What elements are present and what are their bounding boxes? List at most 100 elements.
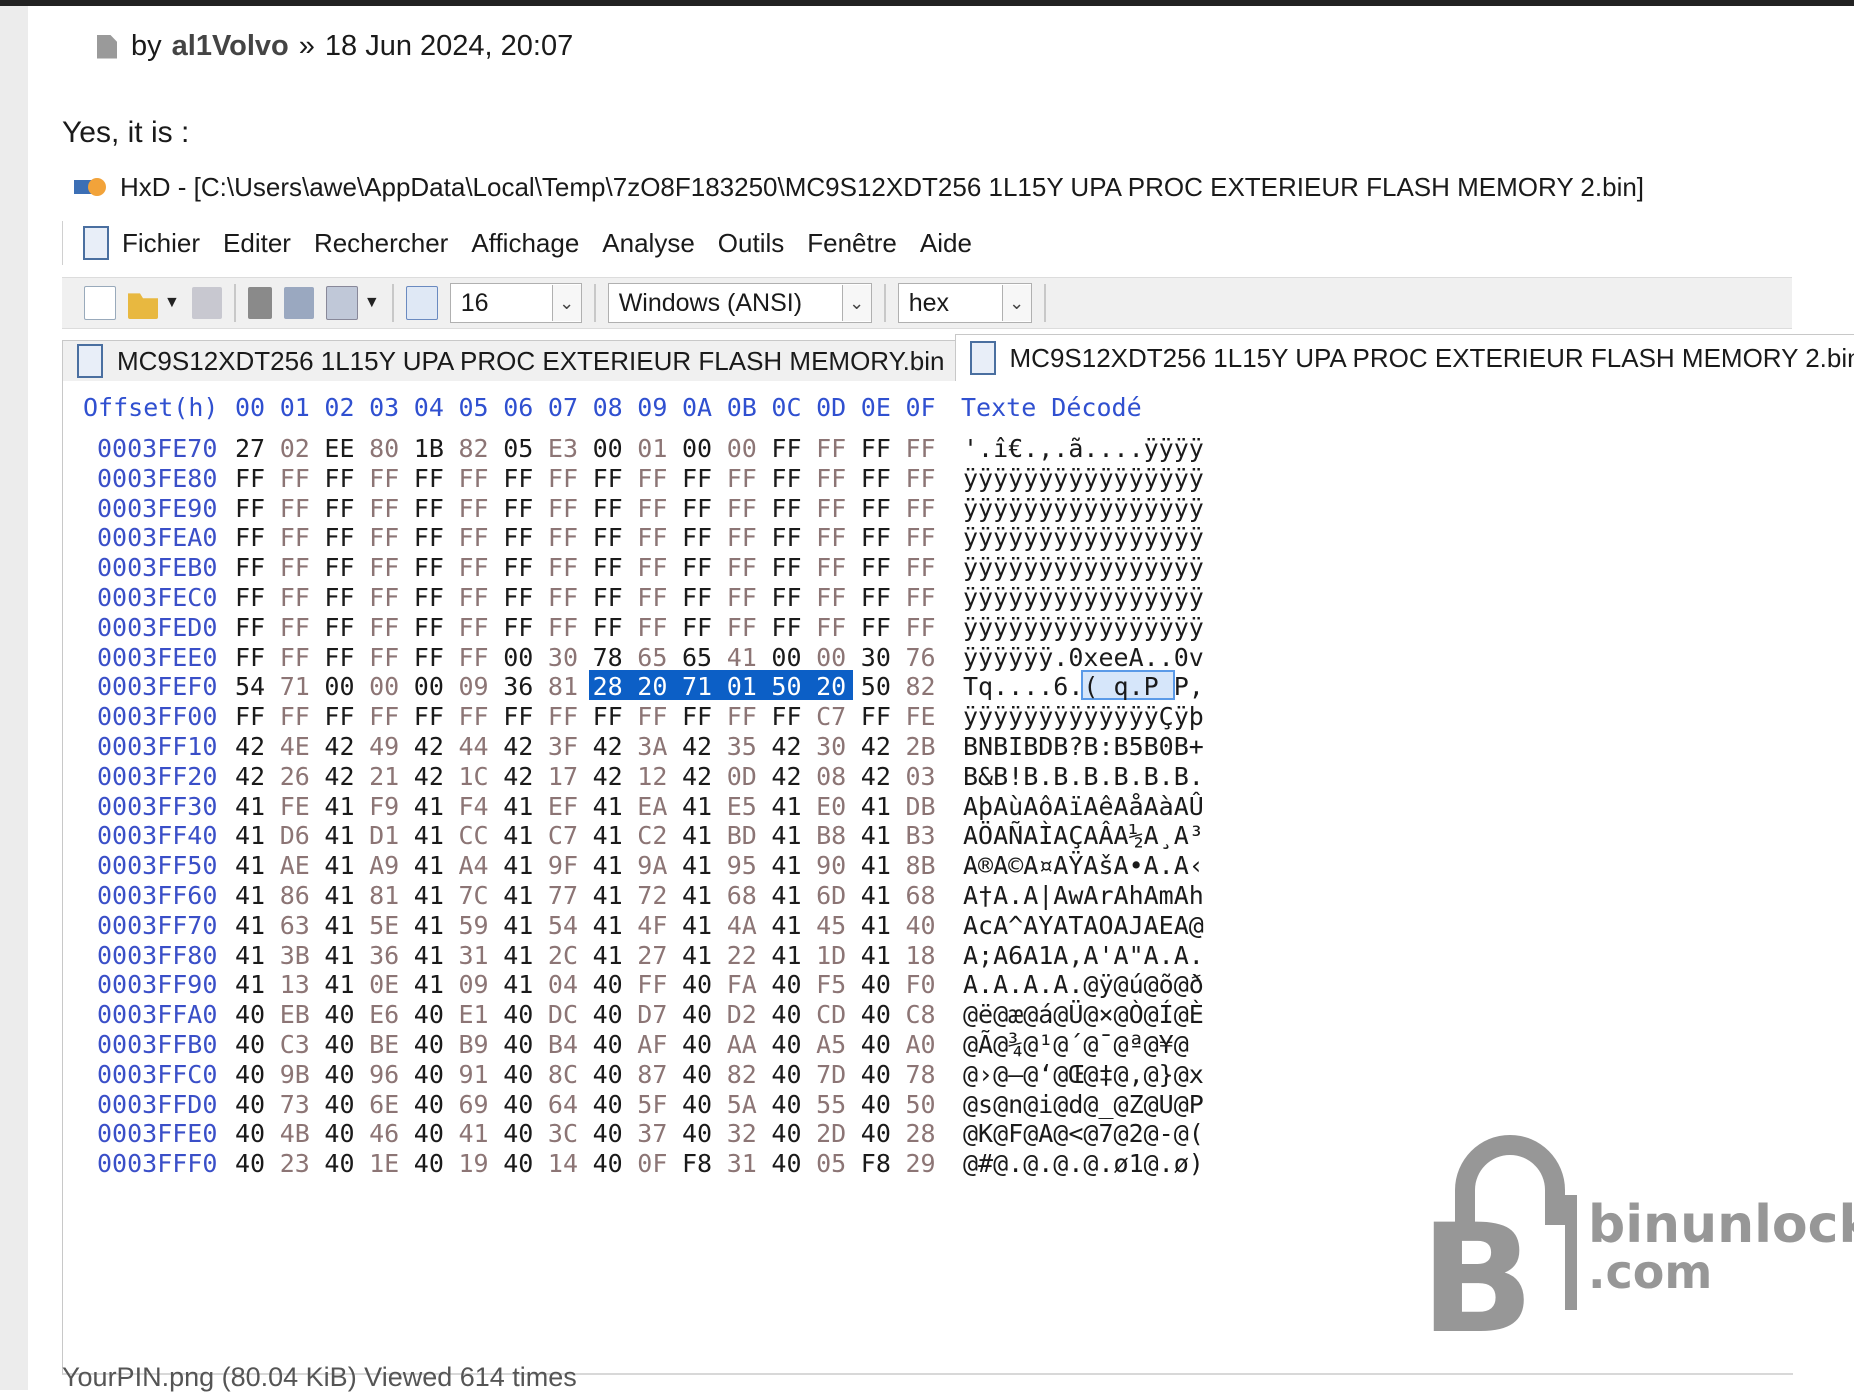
hex-byte[interactable]: FF — [727, 523, 757, 552]
hex-byte[interactable]: 0F — [637, 1149, 667, 1178]
hex-byte[interactable]: 5A — [727, 1090, 757, 1119]
hex-byte[interactable]: 41 — [593, 941, 623, 970]
hex-byte[interactable]: 13 — [280, 970, 310, 999]
hex-byte[interactable]: 00 — [593, 434, 623, 463]
decoded-text[interactable]: ÿÿÿÿÿÿÿÿÿÿÿÿÿÿÿÿ — [963, 553, 1204, 582]
hex-byte[interactable]: FF — [235, 464, 265, 493]
hex-byte[interactable]: 41 — [861, 941, 891, 970]
hex-byte[interactable]: 40 — [503, 1119, 533, 1148]
hex-byte[interactable]: FF — [816, 583, 846, 612]
hex-byte[interactable]: 41 — [414, 821, 444, 850]
hex-byte[interactable]: 42 — [324, 762, 354, 791]
hex-byte[interactable]: 40 — [503, 1060, 533, 1089]
menu-aide[interactable]: Aide — [920, 228, 972, 259]
hex-byte[interactable]: 78 — [906, 1060, 936, 1089]
hex-byte[interactable]: 40 — [324, 1119, 354, 1148]
hex-byte[interactable]: 04 — [548, 970, 578, 999]
hex-byte[interactable]: FF — [459, 494, 489, 523]
document-menu-icon[interactable] — [83, 226, 109, 260]
hex-byte[interactable]: FF — [548, 583, 578, 612]
hex-byte[interactable]: 41 — [727, 643, 757, 672]
decoded-text[interactable]: '.î€.‚.ã....ÿÿÿÿ — [963, 434, 1204, 463]
hex-byte[interactable]: 41 — [593, 851, 623, 880]
hex-byte[interactable]: FF — [280, 583, 310, 612]
decoded-text[interactable]: @›@–@‘@Œ@‡@‚@}@x — [963, 1060, 1204, 1089]
hex-byte[interactable]: 91 — [459, 1060, 489, 1089]
hex-byte[interactable]: 46 — [369, 1119, 399, 1148]
hex-byte[interactable]: FF — [324, 553, 354, 582]
hex-byte[interactable]: FF — [637, 523, 667, 552]
hex-byte[interactable]: FF — [369, 523, 399, 552]
hex-byte[interactable]: FF — [771, 553, 801, 582]
hex-byte[interactable]: 81 — [548, 672, 578, 701]
hex-byte[interactable]: EF — [548, 792, 578, 821]
hex-byte[interactable]: 41 — [771, 792, 801, 821]
hex-byte[interactable]: E1 — [459, 1000, 489, 1029]
hex-byte[interactable]: 41 — [682, 792, 712, 821]
hex-byte[interactable]: FF — [503, 553, 533, 582]
hex-byte[interactable]: C3 — [280, 1030, 310, 1059]
hex-byte[interactable]: 41 — [503, 941, 533, 970]
decoded-text[interactable]: BNBIBDB?B:B5B0B+ — [963, 732, 1204, 761]
hex-byte[interactable]: 5E — [369, 911, 399, 940]
hex-byte[interactable]: 42 — [682, 762, 712, 791]
hex-byte[interactable]: 9A — [637, 851, 667, 880]
hex-byte[interactable]: FF — [593, 464, 623, 493]
hex-byte[interactable]: FF — [637, 613, 667, 642]
decoded-text[interactable]: A†A.A|AwArAhAmAh — [963, 881, 1204, 910]
hex-byte[interactable]: 3F — [548, 732, 578, 761]
hex-byte[interactable]: 00 — [682, 434, 712, 463]
hex-byte[interactable]: FF — [682, 583, 712, 612]
hex-byte[interactable]: FF — [771, 434, 801, 463]
hex-byte[interactable]: 9F — [548, 851, 578, 880]
hex-byte[interactable]: 45 — [816, 911, 846, 940]
hex-byte[interactable]: FA — [727, 970, 757, 999]
hex-byte[interactable]: 5F — [637, 1090, 667, 1119]
hex-byte[interactable]: FF — [861, 464, 891, 493]
hex-byte[interactable]: FF — [816, 523, 846, 552]
hex-byte[interactable]: 6E — [369, 1090, 399, 1119]
hex-byte[interactable]: 41 — [503, 821, 533, 850]
hex-byte[interactable]: FF — [771, 702, 801, 731]
hex-byte[interactable]: FF — [280, 523, 310, 552]
hex-byte[interactable]: FF — [548, 702, 578, 731]
hex-byte[interactable]: FF — [280, 613, 310, 642]
hex-byte[interactable]: FF — [459, 553, 489, 582]
hex-byte[interactable]: FF — [414, 702, 444, 731]
hex-byte[interactable]: 40 — [771, 1090, 801, 1119]
hex-byte[interactable]: 40 — [771, 1060, 801, 1089]
hex-byte[interactable]: C7 — [548, 821, 578, 850]
hex-byte[interactable]: 4A — [727, 911, 757, 940]
hex-byte[interactable]: 30 — [816, 732, 846, 761]
hex-byte[interactable]: 82 — [459, 434, 489, 463]
hex-byte[interactable]: FF — [369, 583, 399, 612]
hex-byte[interactable]: FF — [593, 583, 623, 612]
hex-byte[interactable]: 40 — [414, 1090, 444, 1119]
hex-byte[interactable]: 86 — [280, 881, 310, 910]
hex-byte[interactable]: FF — [727, 583, 757, 612]
hex-byte[interactable]: 42 — [503, 732, 533, 761]
hex-byte[interactable]: 31 — [459, 941, 489, 970]
hex-byte[interactable]: 41 — [593, 792, 623, 821]
hex-byte[interactable]: DB — [906, 792, 936, 821]
hex-byte[interactable]: 30 — [548, 643, 578, 672]
hex-byte[interactable]: B4 — [548, 1030, 578, 1059]
hex-byte[interactable]: FF — [906, 583, 936, 612]
hex-byte[interactable]: FF — [861, 434, 891, 463]
hex-byte[interactable]: 40 — [861, 970, 891, 999]
hex-byte[interactable]: 29 — [906, 1149, 936, 1178]
hex-byte[interactable]: 8C — [548, 1060, 578, 1089]
hex-byte[interactable]: C8 — [906, 1000, 936, 1029]
hex-byte[interactable]: FF — [503, 702, 533, 731]
hex-byte[interactable]: 41 — [235, 941, 265, 970]
hex-byte[interactable]: 2B — [906, 732, 936, 761]
hex-byte[interactable]: 42 — [503, 762, 533, 791]
hex-byte[interactable]: 1D — [816, 941, 846, 970]
hex-byte[interactable]: FF — [861, 583, 891, 612]
hex-byte[interactable]: 76 — [906, 643, 936, 672]
decoded-text[interactable]: @s@n@i@d@_@Z@U@P — [963, 1090, 1204, 1119]
hex-byte[interactable]: 41 — [682, 911, 712, 940]
decoded-text[interactable]: AþAùAôAïAêAåAàAÛ — [963, 792, 1204, 821]
hex-byte[interactable]: 00 — [771, 643, 801, 672]
hex-byte[interactable]: FF — [906, 613, 936, 642]
